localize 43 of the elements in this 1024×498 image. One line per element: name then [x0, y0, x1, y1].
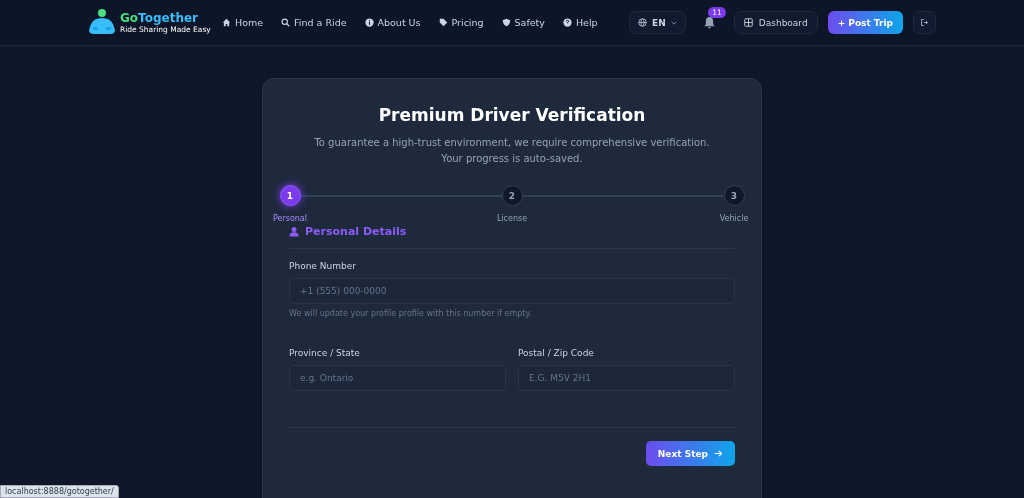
- help-icon: [562, 18, 572, 27]
- field-label: Postal / Zip Code: [518, 348, 595, 358]
- logout-icon: [920, 18, 929, 27]
- nav-link[interactable]: About Us: [364, 17, 421, 28]
- card-title: Premium Driver Verification: [377, 105, 647, 125]
- step-label: License: [496, 214, 528, 223]
- step-number[interactable]: 3: [723, 185, 745, 206]
- phone-field[interactable]: +1 (555) 000-0000: [289, 278, 735, 304]
- globe-icon: [638, 18, 648, 27]
- grid-icon: [743, 18, 753, 27]
- card-subtitle: To guarantee a high-trust environment, we require comprehensive verification. Your progress is auto-saved.: [313, 136, 711, 166]
- step-label: Personal: [273, 214, 307, 223]
- nav-link[interactable]: Home: [222, 17, 264, 28]
- user-icon: [289, 226, 299, 237]
- dashboard-button[interactable]: Dashboard: [733, 11, 818, 34]
- province-field[interactable]: e.g. Ontario: [289, 365, 506, 391]
- language-selector[interactable]: EN: [629, 11, 686, 34]
- postal-code-field[interactable]: E.G. M5V 2H1: [518, 365, 735, 391]
- field-hint: We will update your profile profile with this number if empty.: [289, 309, 533, 318]
- field-label: Province / State: [289, 348, 361, 358]
- search-icon: [281, 18, 291, 27]
- nav-link[interactable]: Help: [562, 17, 598, 28]
- tag-icon: [438, 18, 448, 27]
- field-label: Phone Number: [289, 261, 357, 271]
- post-trip-button[interactable]: + Post Trip: [827, 11, 903, 34]
- step-label: Vehicle: [719, 214, 749, 223]
- section-heading: Personal Details: [305, 225, 407, 238]
- info-icon: [364, 18, 374, 27]
- nav-link[interactable]: Find a Ride: [281, 17, 347, 28]
- shield-icon: [501, 18, 511, 27]
- chevron-down-icon: [670, 20, 677, 25]
- next-step-button[interactable]: Next Step: [645, 441, 735, 466]
- language-code: EN: [652, 17, 666, 28]
- nav-link[interactable]: Safety: [501, 17, 545, 28]
- nav-link[interactable]: Pricing: [438, 17, 484, 28]
- logout-button[interactable]: [913, 11, 936, 34]
- bell-icon[interactable]: [704, 16, 716, 29]
- step-number[interactable]: 1: [279, 185, 301, 206]
- brand-name[interactable]: GoTogether: [120, 11, 211, 25]
- home-icon: [222, 18, 231, 27]
- status-url: localhost:8888/gotogether/: [0, 485, 119, 498]
- step-number[interactable]: 2: [501, 185, 523, 206]
- arrow-right-icon: [714, 449, 723, 458]
